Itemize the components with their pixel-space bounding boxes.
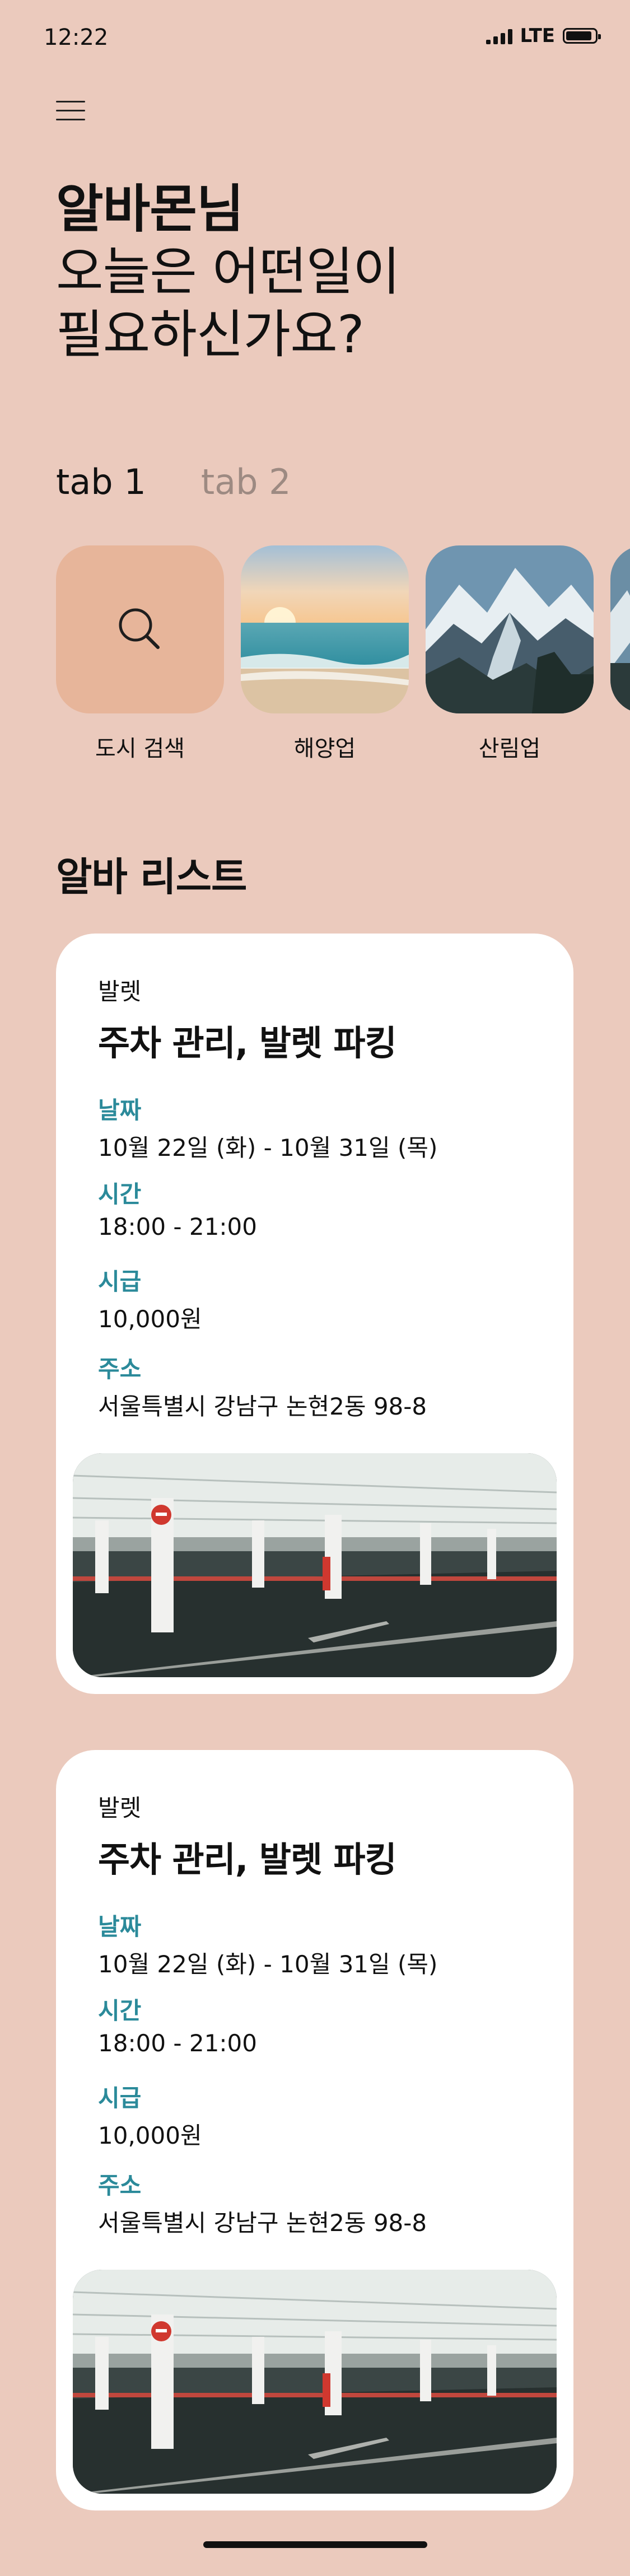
- category-marine[interactable]: 해양업: [241, 545, 409, 763]
- section-title: 알바 리스트: [56, 854, 247, 900]
- status-bar: 12:22 LTE: [0, 0, 630, 73]
- wage-label: 시급: [98, 1268, 142, 1295]
- time-label: 시간: [98, 1997, 142, 2024]
- job-category: 발렛: [98, 1794, 142, 1822]
- date-label: 날짜: [98, 1913, 142, 1940]
- job-card[interactable]: 발렛 주차 관리, 발렛 파킹 날짜 10월 22일 (화) - 10월 31일…: [56, 934, 573, 1694]
- search-icon: [119, 608, 160, 649]
- category-label: 산림업: [478, 736, 541, 762]
- greeting-line-2: 필요하신가요?: [56, 305, 365, 365]
- status-indicators: LTE: [486, 25, 601, 47]
- network-type: LTE: [520, 25, 555, 47]
- battery-icon: [563, 28, 601, 44]
- category-city-search[interactable]: 도시 검색: [56, 545, 224, 763]
- search-tile: [56, 545, 224, 713]
- tab-1[interactable]: tab 1: [56, 461, 146, 502]
- signal-icon: [486, 27, 512, 44]
- address-value: 서울특별시 강남구 논현2동 98-8: [98, 1393, 427, 1420]
- tab-2[interactable]: tab 2: [201, 461, 291, 502]
- wage-value: 10,000원: [98, 2122, 202, 2149]
- status-time: 12:22: [44, 25, 109, 50]
- category-scroller[interactable]: 도시 검색 해양업 산림업: [56, 545, 630, 769]
- tab-bar: tab 1 tab 2: [56, 461, 291, 502]
- job-title: 주차 관리, 발렛 파킹: [98, 1023, 397, 1063]
- menu-icon[interactable]: [56, 99, 87, 123]
- category-partial[interactable]: [610, 545, 630, 713]
- date-label: 날짜: [98, 1096, 142, 1124]
- partial-image: [610, 545, 630, 713]
- wage-label: 시급: [98, 2084, 142, 2112]
- parking-garage-image: [73, 2270, 557, 2494]
- wage-value: 10,000원: [98, 1305, 202, 1333]
- date-value: 10월 22일 (화) - 10월 31일 (목): [98, 1134, 438, 1161]
- beach-image: [241, 545, 409, 713]
- category-label: 도시 검색: [95, 736, 185, 762]
- home-indicator: [203, 2541, 427, 2548]
- greeting-line-1: 오늘은 어떤일이: [56, 242, 400, 302]
- user-name: 알바몬님: [56, 179, 244, 239]
- category-forestry[interactable]: 산림업: [426, 545, 594, 763]
- time-value: 18:00 - 21:00: [98, 1213, 257, 1240]
- time-value: 18:00 - 21:00: [98, 2029, 257, 2057]
- greeting: 알바몬님 오늘은 어떤일이 필요하신가요?: [56, 178, 400, 366]
- address-value: 서울특별시 강남구 논현2동 98-8: [98, 2209, 427, 2237]
- job-card[interactable]: 발렛 주차 관리, 발렛 파킹 날짜 10월 22일 (화) - 10월 31일…: [56, 1750, 573, 2510]
- job-title: 주차 관리, 발렛 파킹: [98, 1839, 397, 1880]
- job-category: 발렛: [98, 978, 142, 1005]
- parking-garage-image: [73, 1453, 557, 1677]
- address-label: 주소: [98, 2172, 142, 2199]
- address-label: 주소: [98, 1355, 142, 1383]
- category-label: 해양업: [293, 736, 356, 762]
- mountain-image: [426, 545, 594, 713]
- time-label: 시간: [98, 1180, 142, 1208]
- date-value: 10월 22일 (화) - 10월 31일 (목): [98, 1950, 438, 1978]
